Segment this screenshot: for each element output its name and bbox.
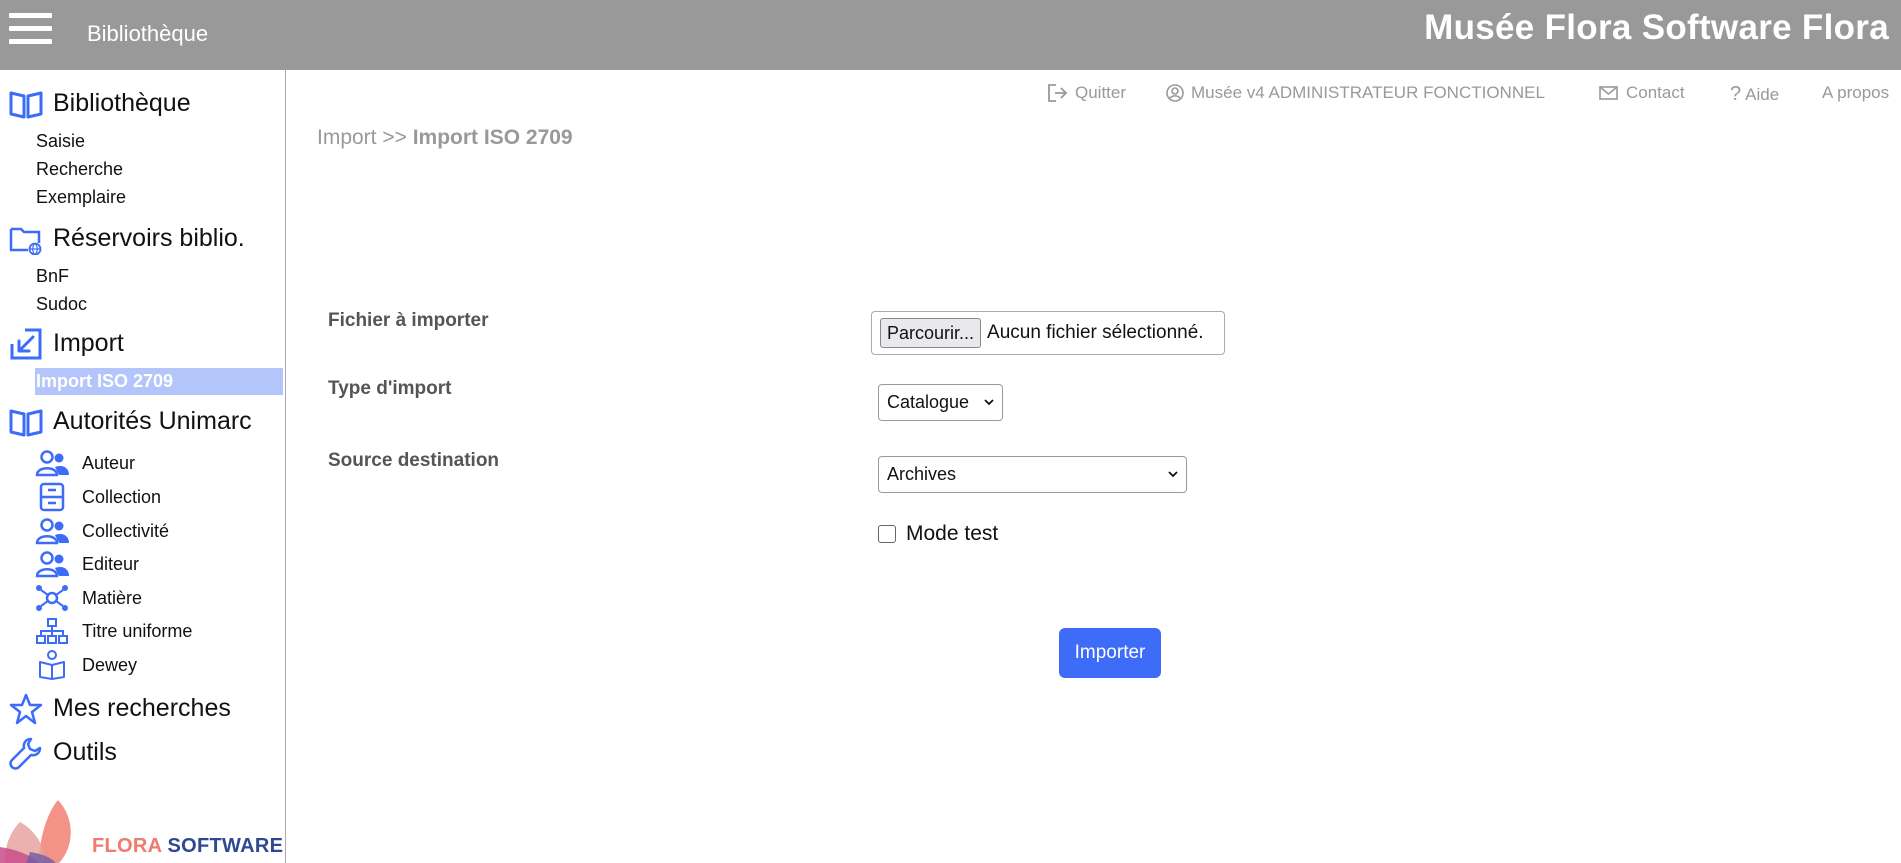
star-icon (7, 690, 44, 727)
chevron-down-icon (1168, 471, 1178, 478)
source-destination-select[interactable]: Archives (878, 456, 1187, 493)
sidebar-item-exemplaire[interactable]: Exemplaire (36, 187, 126, 208)
sidebar-item-label: Titre uniforme (82, 620, 193, 641)
sidebar-item-collection[interactable]: Collection (35, 482, 161, 512)
question-icon: ? (1730, 83, 1742, 105)
sidebar-item-label: Dewey (82, 654, 138, 675)
top-links: Quitter Musée v4 ADMINISTRATEUR FONCTION… (1040, 83, 1901, 107)
app-name: Bibliothèque (87, 21, 209, 46)
sidebar-section-mes-recherches[interactable]: Mes recherches (0, 690, 231, 727)
quit-link[interactable]: Quitter (1047, 83, 1126, 103)
sidebar-item-saisie[interactable]: Saisie (36, 131, 85, 152)
sidebar-item-label: Editeur (82, 553, 140, 574)
envelope-icon (1599, 86, 1618, 100)
filing-cabinet-icon (35, 482, 69, 512)
sidebar-item-matiere[interactable]: Matière (35, 583, 142, 613)
file-status: Aucun fichier sélectionné. (987, 322, 1204, 343)
hamburger-menu-icon[interactable] (9, 13, 52, 47)
sidebar-item-auteur[interactable]: Auteur (35, 448, 135, 478)
flora-logo-text: FLORA SOFTWARE (92, 835, 284, 857)
sidebar: Bibliothèque Saisie Recherche Exemplaire… (0, 70, 286, 863)
sidebar-section-label: Import (53, 329, 124, 357)
sidebar-item-editeur[interactable]: Editeur (35, 549, 139, 579)
browse-button[interactable]: Parcourir... (880, 318, 982, 348)
sidebar-section-label: Réservoirs biblio. (53, 224, 245, 252)
user-label: Musée v4 ADMINISTRATEUR FONCTIONNEL (1191, 83, 1545, 102)
top-bar: Bibliothèque Musée Flora Software Flora (0, 0, 1901, 70)
breadcrumb-current: Import ISO 2709 (412, 126, 573, 149)
sidebar-section-reservoirs[interactable]: Réservoirs biblio. (0, 220, 245, 257)
logout-icon (1048, 84, 1068, 102)
wrench-icon (7, 734, 44, 771)
sidebar-section-import[interactable]: Import (0, 325, 124, 362)
import-type-select[interactable]: Catalogue (878, 384, 1003, 421)
test-mode-checkbox[interactable] (878, 525, 896, 543)
reader-book-icon (35, 650, 69, 680)
sidebar-section-label: Outils (53, 738, 117, 766)
contact-label: Contact (1626, 83, 1685, 102)
help-label: Aide (1745, 84, 1780, 104)
network-icon (35, 583, 69, 613)
sidebar-item-label: Matière (82, 587, 143, 608)
hierarchy-icon (35, 616, 69, 646)
sidebar-section-outils[interactable]: Outils (0, 734, 117, 771)
sidebar-section-label: Mes recherches (53, 694, 231, 722)
import-type-value: Catalogue (887, 392, 970, 412)
sidebar-section-autorites-unimarc[interactable]: Autorités Unimarc (0, 403, 252, 440)
breadcrumb: Import >> Import ISO 2709 (317, 126, 573, 150)
help-link[interactable]: ? Aide (1730, 83, 1779, 106)
breadcrumb-parent[interactable]: Import >> (317, 126, 413, 149)
sidebar-item-titre-uniforme[interactable]: Titre uniforme (35, 616, 192, 646)
users-icon (35, 448, 69, 478)
import-arrow-icon (7, 325, 44, 362)
sidebar-section-label: Bibliothèque (53, 89, 191, 117)
sidebar-item-label: Collection (82, 486, 162, 507)
sidebar-item-dewey[interactable]: Dewey (35, 650, 137, 680)
about-link[interactable]: A propos (1822, 83, 1889, 103)
source-destination-label: Source destination (328, 450, 500, 471)
import-type-label: Type d'import (328, 378, 452, 399)
open-book-icon (7, 85, 44, 122)
quit-label: Quitter (1075, 83, 1127, 102)
sidebar-section-bibliotheque[interactable]: Bibliothèque (0, 85, 191, 122)
sidebar-item-sudoc[interactable]: Sudoc (36, 294, 87, 315)
brand-title: Musée Flora Software Flora (1424, 8, 1889, 47)
sidebar-item-collectivite[interactable]: Collectivité (35, 516, 169, 546)
source-destination-value: Archives (887, 464, 957, 484)
sidebar-section-label: Autorités Unimarc (53, 407, 252, 435)
file-input[interactable]: Parcourir... Aucun fichier sélectionné. (871, 311, 1225, 355)
sidebar-item-bnf[interactable]: BnF (36, 266, 69, 287)
contact-link[interactable]: Contact (1598, 83, 1685, 103)
sidebar-item-import-iso-2709[interactable]: Import ISO 2709 (35, 368, 283, 395)
file-label: Fichier à importer (328, 310, 489, 331)
about-label: A propos (1822, 83, 1890, 102)
sidebar-item-recherche[interactable]: Recherche (36, 159, 123, 180)
users-icon (35, 516, 69, 546)
users-icon (35, 549, 69, 579)
user-circle-icon (1166, 84, 1184, 102)
test-mode-label: Mode test (906, 522, 999, 545)
sidebar-item-label: Collectivité (82, 520, 170, 541)
import-button[interactable]: Importer (1059, 628, 1161, 678)
chevron-down-icon (984, 399, 994, 406)
open-book-icon (7, 403, 44, 440)
user-link[interactable]: Musée v4 ADMINISTRATEUR FONCTIONNEL (1165, 83, 1545, 103)
folder-globe-icon (7, 220, 44, 257)
sidebar-item-label: Auteur (82, 452, 136, 473)
